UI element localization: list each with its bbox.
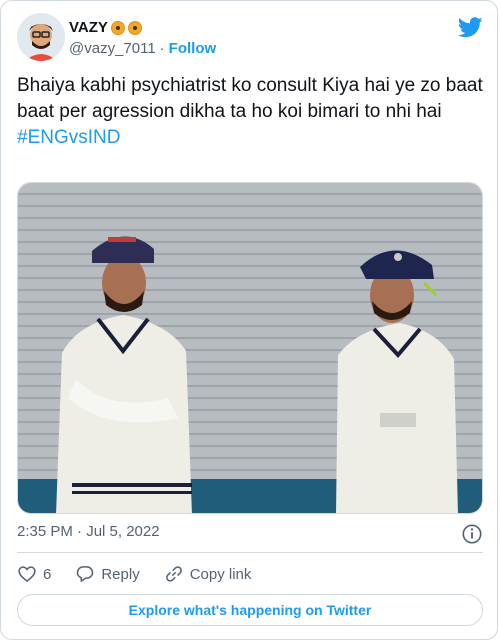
handle-row: @vazy_7011 · Follow — [69, 40, 216, 57]
hashtag-link[interactable]: #ENGvsIND — [17, 125, 485, 151]
copy-link-button[interactable]: Copy link — [164, 564, 252, 584]
link-icon — [165, 566, 182, 582]
separator-dot: · — [159, 40, 165, 57]
tweet-header: VAZY @vazy_7011 · Follow — [17, 13, 483, 63]
user-handle[interactable]: @vazy_7011 — [69, 40, 156, 57]
tweet-card: VAZY @vazy_7011 · Follow Bhaiya kabhi ps… — [0, 0, 498, 640]
radioactive-emoji-icon — [110, 20, 125, 35]
divider — [17, 552, 483, 553]
tweet-media[interactable] — [17, 182, 483, 514]
heart-icon — [18, 566, 36, 582]
reply-label: Reply — [101, 565, 140, 583]
info-icon[interactable] — [461, 523, 483, 545]
follow-button[interactable]: Follow — [169, 40, 217, 57]
like-button[interactable]: 6 — [17, 564, 51, 584]
tweet-actions: 6 Reply Copy link — [17, 563, 275, 585]
tweet-text: Bhaiya kabhi psychiatrist ko consult Kiy… — [17, 73, 485, 151]
cricket-photo — [18, 183, 482, 513]
avatar[interactable] — [17, 13, 65, 61]
reply-button[interactable]: Reply — [75, 564, 140, 584]
display-name[interactable]: VAZY — [69, 19, 108, 36]
tweet-meta: 2:35 PM · Jul 5, 2022 — [17, 523, 483, 545]
like-count: 6 — [43, 565, 52, 583]
twitter-bird-icon[interactable] — [458, 17, 483, 38]
display-name-row[interactable]: VAZY — [69, 19, 142, 36]
reply-bubble-icon — [77, 566, 94, 582]
tweet-body: Bhaiya kabhi psychiatrist ko consult Kiy… — [17, 75, 483, 122]
explore-button[interactable]: Explore what's happening on Twitter — [17, 594, 483, 626]
biohazard-emoji-icon — [127, 20, 142, 35]
tweet-timestamp[interactable]: 2:35 PM · Jul 5, 2022 — [17, 523, 160, 540]
copy-link-label: Copy link — [189, 565, 252, 583]
